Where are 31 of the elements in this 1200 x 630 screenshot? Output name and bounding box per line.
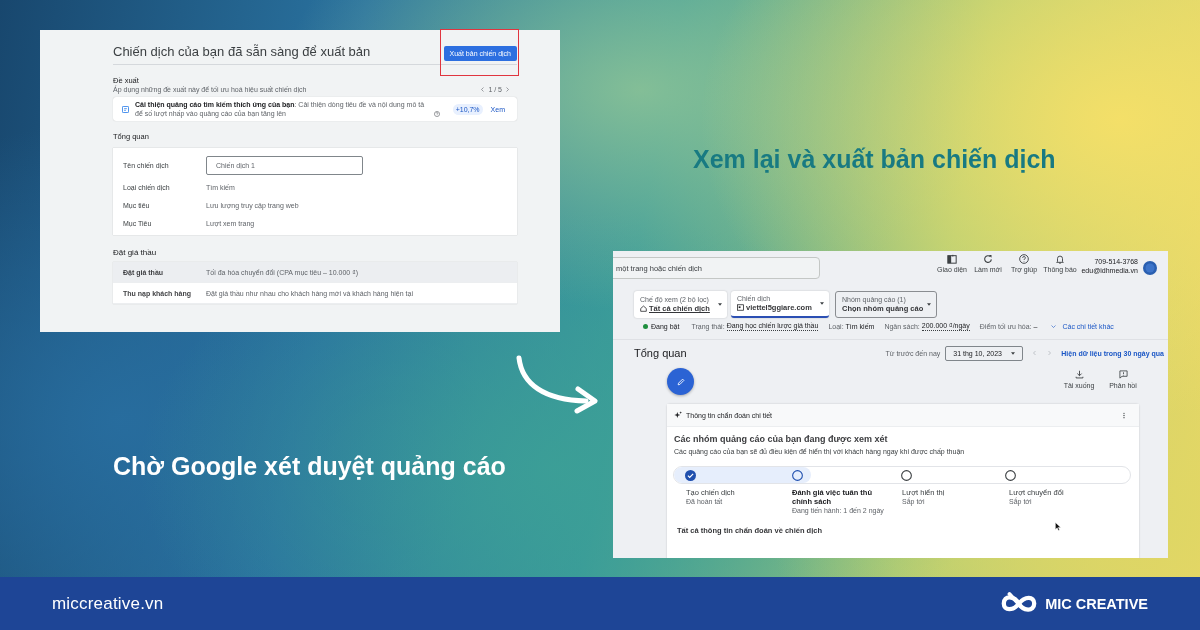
web-page-icon bbox=[737, 304, 744, 311]
download-icon bbox=[1074, 370, 1084, 379]
brand-name: MIC CREATIVE bbox=[1045, 595, 1148, 612]
caption: Xem lại và xuất bản chiến dịch bbox=[693, 145, 1056, 174]
mouse-cursor-icon bbox=[1055, 522, 1061, 531]
caret-icon bbox=[718, 303, 722, 306]
help-icon[interactable] bbox=[434, 111, 440, 117]
caret-icon bbox=[1011, 351, 1016, 355]
page-title: Tổng quan bbox=[634, 347, 687, 359]
caret-icon bbox=[927, 303, 931, 306]
avatar-icon[interactable] bbox=[1143, 261, 1157, 275]
chevron-down-icon[interactable] bbox=[1051, 324, 1057, 328]
help-icon bbox=[1019, 254, 1029, 264]
curved-arrow-icon bbox=[514, 354, 600, 414]
refresh-icon bbox=[983, 254, 993, 264]
chevron-right-icon[interactable] bbox=[506, 87, 509, 92]
chevron-left-icon[interactable] bbox=[481, 87, 485, 92]
sparkle-icon bbox=[674, 411, 682, 419]
feedback-icon bbox=[1118, 370, 1128, 379]
page-title: Chiến dịch của bạn đã sẵn sàng để xuất bản bbox=[113, 44, 371, 59]
bell-icon bbox=[1055, 254, 1065, 264]
section-heading: Đặt giá thầu bbox=[113, 248, 158, 257]
card-title: Các nhóm quảng cáo của bạn đang được xem xét bbox=[674, 434, 888, 444]
edit-button[interactable] bbox=[667, 368, 694, 395]
caret-icon bbox=[820, 302, 824, 305]
website-address: miccreative.vn bbox=[52, 593, 164, 614]
layout-icon bbox=[947, 254, 957, 264]
home-icon bbox=[640, 305, 647, 312]
document-icon bbox=[122, 105, 129, 113]
pencil-icon bbox=[676, 377, 685, 386]
caption: Chờ Google xét duyệt quảng cáo bbox=[113, 452, 506, 481]
